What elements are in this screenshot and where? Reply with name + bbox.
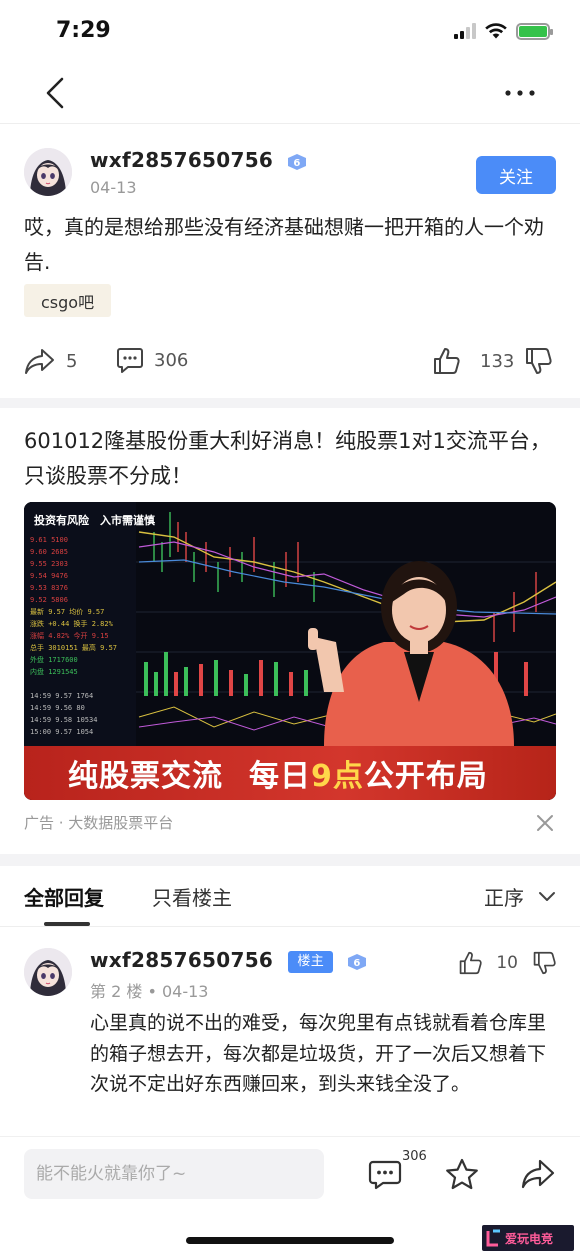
reply-level-text: 6: [354, 958, 361, 969]
reply-like-count: 10: [496, 953, 518, 973]
section-divider: [0, 398, 580, 408]
bottom-comment-count: 306: [402, 1149, 427, 1164]
ad-banner-text-2b: 9点: [311, 759, 364, 794]
thumbs-down-icon: [526, 348, 552, 374]
thumbs-up-icon[interactable]: [458, 950, 483, 976]
ad-title[interactable]: 601012隆基股份重大利好消息！纯股票1对1交流平台，只谈股票不分成！: [24, 424, 560, 494]
close-icon[interactable]: [534, 812, 556, 834]
svg-text:涨幅 4.82% 今开 9.15: 涨幅 4.82% 今开 9.15: [30, 631, 109, 640]
share-count: 5: [66, 350, 78, 372]
more-icon[interactable]: [500, 80, 540, 106]
status-time: 7:29: [56, 18, 111, 43]
post-header: wxf2857650756 6 04-13 关注: [24, 148, 556, 200]
reply-username-text[interactable]: wxf2857650756: [90, 948, 273, 972]
reply-username[interactable]: wxf2857650756 楼主 6: [90, 948, 368, 973]
reply-date: 04-13: [161, 982, 209, 1001]
post-username[interactable]: wxf2857650756 6: [90, 148, 308, 172]
ad-image[interactable]: 9.61 5100 9.60 2685 9.55 2303 9.54 9476 9.5…: [24, 502, 556, 800]
ad-risk-warning: 投资有风险 入市需谨慎: [34, 514, 155, 527]
comment-button[interactable]: 306: [116, 346, 188, 374]
svg-text:最新 9.57 均价 9.57: 最新 9.57 均价 9.57: [30, 607, 104, 616]
bottom-bar: 306 爱玩电竞: [0, 1136, 580, 1255]
post-action-row: 5 306 133: [24, 346, 556, 384]
reply-floor: 第 2 楼: [90, 982, 143, 1001]
post-body: 哎，真的是想给那些没有经济基础想赌一把开箱的人一个劝告.: [24, 215, 544, 274]
svg-text:15:00 9.57 1054: 15:00 9.57 1054: [30, 728, 93, 736]
post-username-text[interactable]: wxf2857650756: [90, 148, 273, 172]
level-badge-icon: 6: [288, 153, 307, 170]
svg-text:外盘 1717600: 外盘 1717600: [30, 655, 78, 664]
ad-source: 广告 · 大数据股票平台: [24, 814, 174, 832]
svg-text:9.60 2685: 9.60 2685: [30, 548, 68, 556]
signal-icon: [454, 23, 476, 39]
section-divider: [0, 854, 580, 866]
reply-meta-separator: •: [147, 982, 162, 1001]
tab-all-replies[interactable]: 全部回复: [24, 882, 104, 911]
tabs-divider: [0, 926, 580, 927]
tab-owner-only[interactable]: 只看楼主: [152, 882, 232, 911]
svg-text:9.61 5100: 9.61 5100: [30, 536, 68, 544]
follow-button[interactable]: 关注: [476, 156, 556, 194]
dislike-button[interactable]: [524, 346, 552, 376]
ad-banner-text-1: 纯股票交流: [68, 759, 223, 794]
reply-like-group: 10: [458, 950, 556, 976]
back-icon[interactable]: [40, 76, 70, 110]
comment-icon[interactable]: [368, 1157, 402, 1191]
level-badge-icon: 6: [348, 953, 367, 970]
battery-icon: [516, 22, 553, 40]
ad-banner-text-2c: 公开布局: [363, 759, 488, 794]
svg-text:9.54 9476: 9.54 9476: [30, 572, 68, 580]
svg-text:9.52 5806: 9.52 5806: [30, 596, 68, 604]
comment-count: 306: [154, 349, 189, 371]
watermark: 爱玩电竞: [482, 1225, 574, 1251]
like-button[interactable]: 133: [432, 346, 514, 376]
like-count: 133: [480, 350, 515, 372]
status-bar: 7:29: [0, 0, 580, 62]
nav-bar: [0, 62, 580, 124]
svg-text:9.53 8376: 9.53 8376: [30, 584, 68, 592]
svg-text:内盘 1291545: 内盘 1291545: [30, 667, 78, 676]
svg-text:9.55 2303: 9.55 2303: [30, 560, 68, 568]
reply-avatar[interactable]: [24, 948, 72, 996]
svg-text:14:59 9.57 1764: 14:59 9.57 1764: [30, 692, 93, 700]
svg-text:涨跌 +0.44 换手 2.82%: 涨跌 +0.44 换手 2.82%: [30, 619, 114, 628]
forum-tag[interactable]: csgo吧: [24, 284, 112, 317]
thumbs-down-icon[interactable]: [532, 950, 556, 976]
reply-body: 心里真的说不出的难受，每次兜里有点钱就看着仓库里的箱子想去开，每次都是垃圾货，开…: [90, 1012, 547, 1095]
sort-dropdown[interactable]: 正序: [484, 882, 556, 911]
wifi-icon: [485, 23, 507, 39]
thumbs-up-icon: [434, 348, 460, 374]
level-badge-text: 6: [294, 158, 301, 169]
watermark-text: 爱玩电竞: [505, 1231, 554, 1246]
comment-input[interactable]: [24, 1149, 324, 1199]
comment-icon: [117, 348, 143, 373]
owner-badge: 楼主: [288, 950, 334, 973]
ad-banner: 纯股票交流 每日 9点 公开布局: [24, 746, 556, 800]
status-icons: [454, 22, 553, 40]
ad-banner-text-2a: 每日: [249, 759, 311, 794]
sort-label: 正序: [484, 886, 524, 910]
avatar[interactable]: [24, 148, 72, 196]
chevron-down-icon: [539, 891, 555, 901]
post-date: 04-13: [90, 178, 137, 197]
share-button[interactable]: 5: [24, 346, 77, 376]
svg-text:总手 3010151 最高 9.57: 总手 3010151 最高 9.57: [30, 643, 117, 652]
svg-text:14:59 9.56 80: 14:59 9.56 80: [30, 704, 85, 712]
reply-meta: 第 2 楼 • 04-13: [90, 978, 208, 1002]
svg-text:14:59 9.58 10534: 14:59 9.58 10534: [30, 716, 97, 724]
reply-tabs: 全部回复 只看楼主 正序: [0, 866, 580, 926]
share-icon: [25, 349, 54, 374]
share-icon[interactable]: [520, 1157, 556, 1191]
home-indicator: [186, 1237, 394, 1244]
watermark-logo-icon: [486, 1229, 500, 1247]
star-icon[interactable]: [444, 1157, 480, 1191]
